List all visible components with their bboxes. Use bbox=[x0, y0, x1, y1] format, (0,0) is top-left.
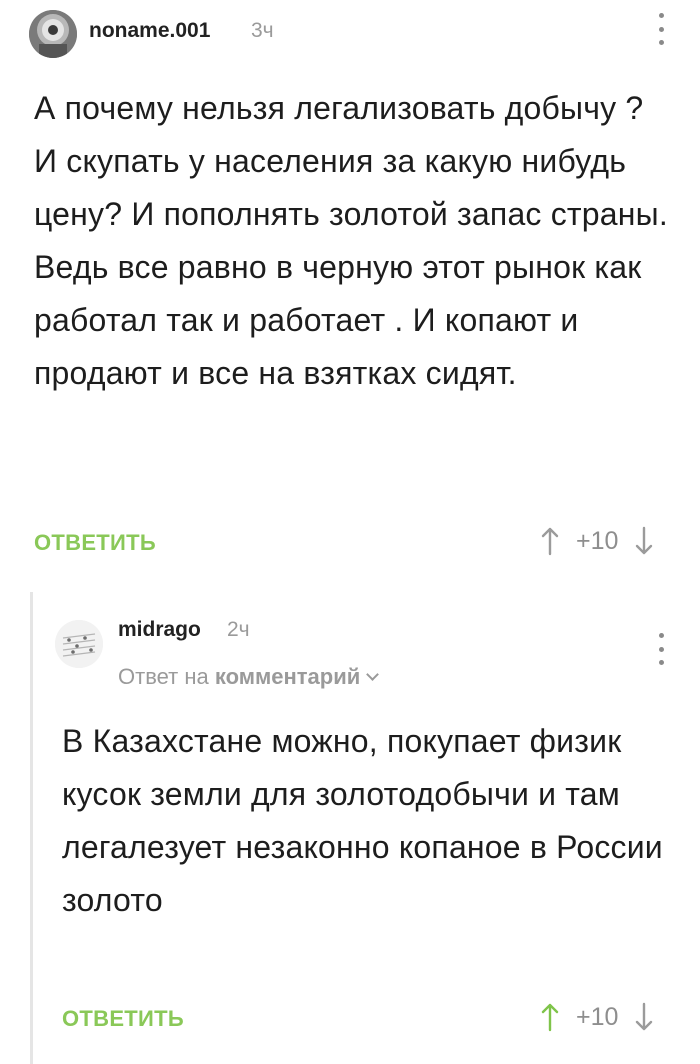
reply-button[interactable]: ОТВЕТИТЬ bbox=[62, 1006, 184, 1032]
downvote-icon[interactable] bbox=[634, 526, 654, 556]
thread-line bbox=[30, 592, 33, 1064]
vote-control: +10 bbox=[540, 526, 654, 556]
reply-to-prefix: Ответ на bbox=[118, 664, 209, 689]
upvote-icon[interactable] bbox=[540, 526, 560, 556]
avatar[interactable] bbox=[55, 620, 103, 668]
score: +10 bbox=[576, 526, 619, 555]
more-options-icon[interactable] bbox=[657, 13, 665, 45]
chevron-down-icon[interactable] bbox=[366, 668, 380, 681]
parent-comment-link[interactable]: комментарий bbox=[215, 664, 360, 689]
timestamp: 2ч bbox=[227, 618, 250, 641]
username[interactable]: midrago bbox=[118, 618, 201, 642]
username[interactable]: noname.001 bbox=[89, 19, 210, 43]
avatar[interactable] bbox=[29, 10, 77, 58]
upvote-icon[interactable] bbox=[540, 1002, 560, 1032]
reply-to-info: Ответ на комментарий bbox=[118, 664, 380, 690]
comment-text: А почему нельзя легализовать добычу ? И … bbox=[34, 90, 668, 391]
downvote-icon[interactable] bbox=[634, 1002, 654, 1032]
timestamp: 3ч bbox=[251, 19, 274, 42]
comment-text: В Казахстане можно, покупает физик кусок… bbox=[62, 723, 663, 918]
more-options-icon[interactable] bbox=[657, 633, 665, 665]
reply-button[interactable]: ОТВЕТИТЬ bbox=[34, 530, 156, 556]
vote-control: +10 bbox=[540, 1002, 654, 1032]
score: +10 bbox=[576, 1002, 619, 1031]
